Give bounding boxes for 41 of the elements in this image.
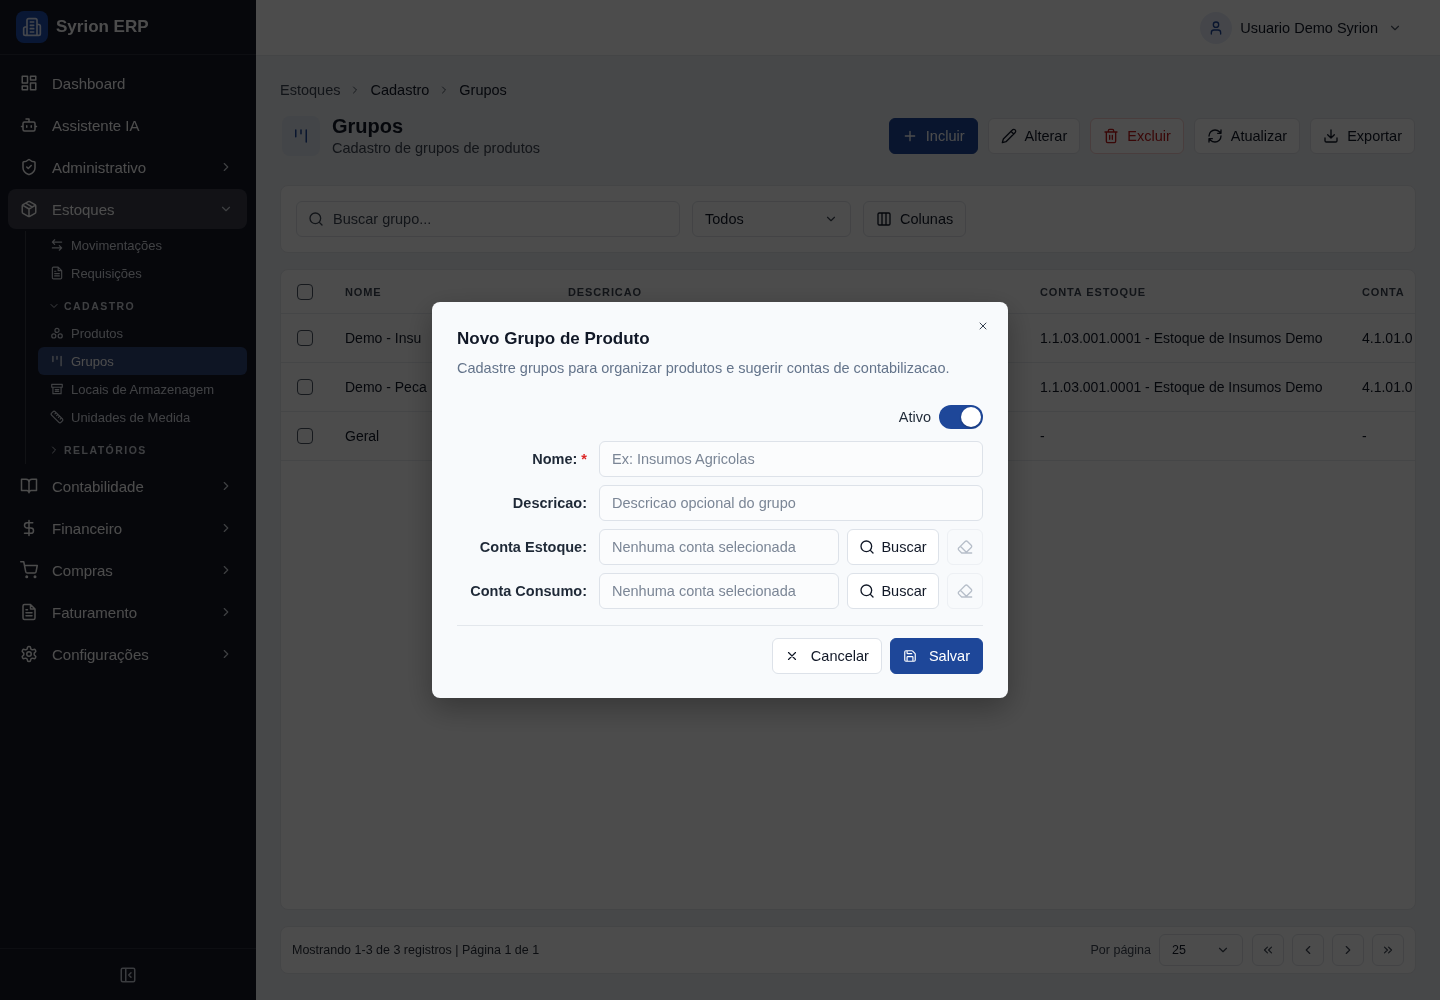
table-cell: Demo - Insu [345, 330, 422, 346]
breadcrumb-item: Grupos [459, 82, 507, 98]
page-title: Grupos [332, 114, 404, 138]
table-cell: Geral [345, 428, 380, 444]
pagination-summary: Mostrando 1-3 de 3 registros | Página 1 de 1 [292, 943, 541, 957]
close-icon [977, 320, 989, 332]
account-input[interactable]: Nenhuma conta selecionada [599, 573, 839, 609]
save-button[interactable]: Salvar [889, 638, 983, 674]
search-button[interactable]: Buscar [847, 529, 939, 565]
brand-name: Syrion ERP [56, 17, 149, 37]
toggle-label: Ativo [898, 409, 931, 425]
column-header: NOME [345, 285, 382, 298]
modal-subtitle: Cadastre grupos para organizar produtos e sugerir contas de contabilizacao. [457, 359, 951, 378]
modal-title: Novo Grupo de Produto [457, 328, 651, 350]
account-input[interactable]: Nenhuma conta selecionada [599, 529, 839, 565]
table-cell: 1.1.03.001.0001 - Estoque de Insumos Demo [1040, 379, 1323, 395]
field-label: Descricao: [512, 495, 587, 511]
column-header: CONTA ESTOQUE [1040, 285, 1146, 298]
eraser-icon [957, 539, 973, 555]
search-icon [859, 583, 876, 599]
table-cell: - [1362, 428, 1367, 444]
cancel-button[interactable]: Cancelar [771, 638, 882, 674]
search-icon [859, 539, 876, 555]
table-cell: 4.1.01.0 [1362, 379, 1413, 395]
table-cell: - [1040, 428, 1045, 444]
table-cell: 1.1.03.001.0001 - Estoque de Insumos Demo [1040, 330, 1323, 346]
text-input[interactable]: Descricao opcional do grupo [599, 485, 983, 521]
breadcrumb-item: Cadastro [370, 82, 430, 98]
column-header: CONTA [1362, 285, 1405, 298]
eraser-icon [957, 583, 973, 599]
save-icon [902, 649, 917, 663]
search-button[interactable]: Buscar [847, 573, 939, 609]
field-label: Conta Estoque: [479, 539, 587, 555]
toggle-switch[interactable] [939, 405, 983, 429]
field-label: Nome: * [532, 451, 587, 467]
table-cell: Demo - Peca [345, 379, 427, 395]
column-header: DESCRICAO [568, 285, 642, 298]
text-input[interactable]: Ex: Insumos Agricolas [599, 441, 983, 477]
field-label: Conta Consumo: [470, 583, 587, 599]
table-cell: 4.1.01.0 [1362, 330, 1413, 346]
per-page-label: Por página [1090, 943, 1151, 957]
